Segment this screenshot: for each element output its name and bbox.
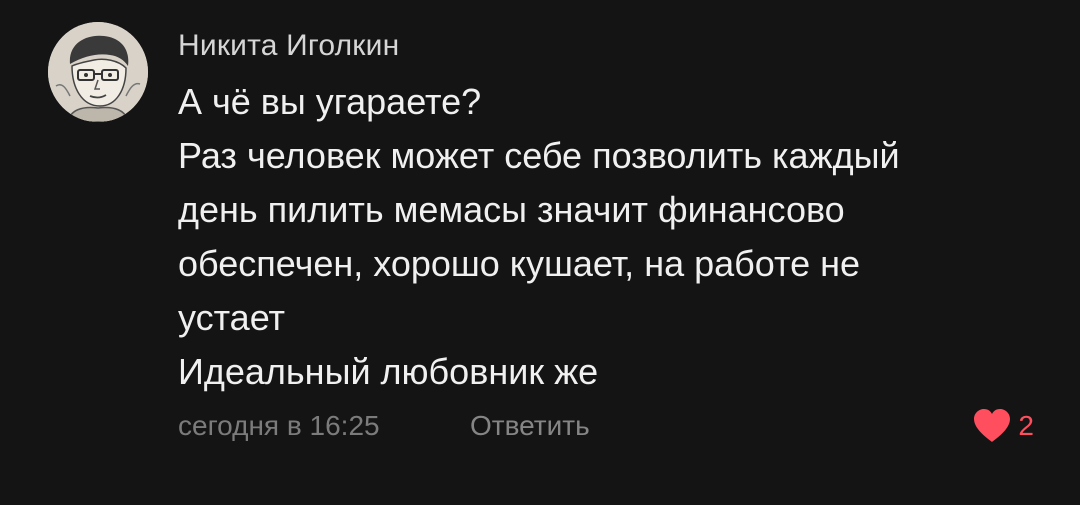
author-name[interactable]: Никита Иголкин [178, 26, 1058, 66]
timestamp: сегодня в 16:25 [178, 410, 380, 441]
comment-body: Никита Иголкин А чё вы угараете? Раз чел… [178, 26, 1058, 399]
heart-icon [974, 409, 1011, 442]
comment-footer: сегодня в 16:25 Ответить 2 [178, 404, 1048, 448]
comment-text-line: А чё вы угараете? [178, 81, 482, 122]
reply-button[interactable]: Ответить [470, 404, 590, 448]
comment-text-line: Раз человек может себе позволить каждый [178, 135, 900, 176]
comment-text-line: Идеальный любовник же [178, 351, 599, 392]
comment-text-line: устает [178, 297, 286, 338]
comment-text-line: обеспечен, хорошо кушает, на работе не [178, 243, 860, 284]
user-sketch-avatar-icon [48, 22, 148, 122]
like-button[interactable]: 2 [972, 404, 1034, 448]
comment: Никита Иголкин А чё вы угараете? Раз чел… [0, 0, 1080, 505]
comment-text-line: день пилить мемасы значит финансово [178, 189, 845, 230]
avatar[interactable] [48, 22, 148, 122]
comment-text: А чё вы угараете? Раз человек может себе… [178, 75, 1058, 399]
like-count: 2 [1018, 410, 1034, 441]
